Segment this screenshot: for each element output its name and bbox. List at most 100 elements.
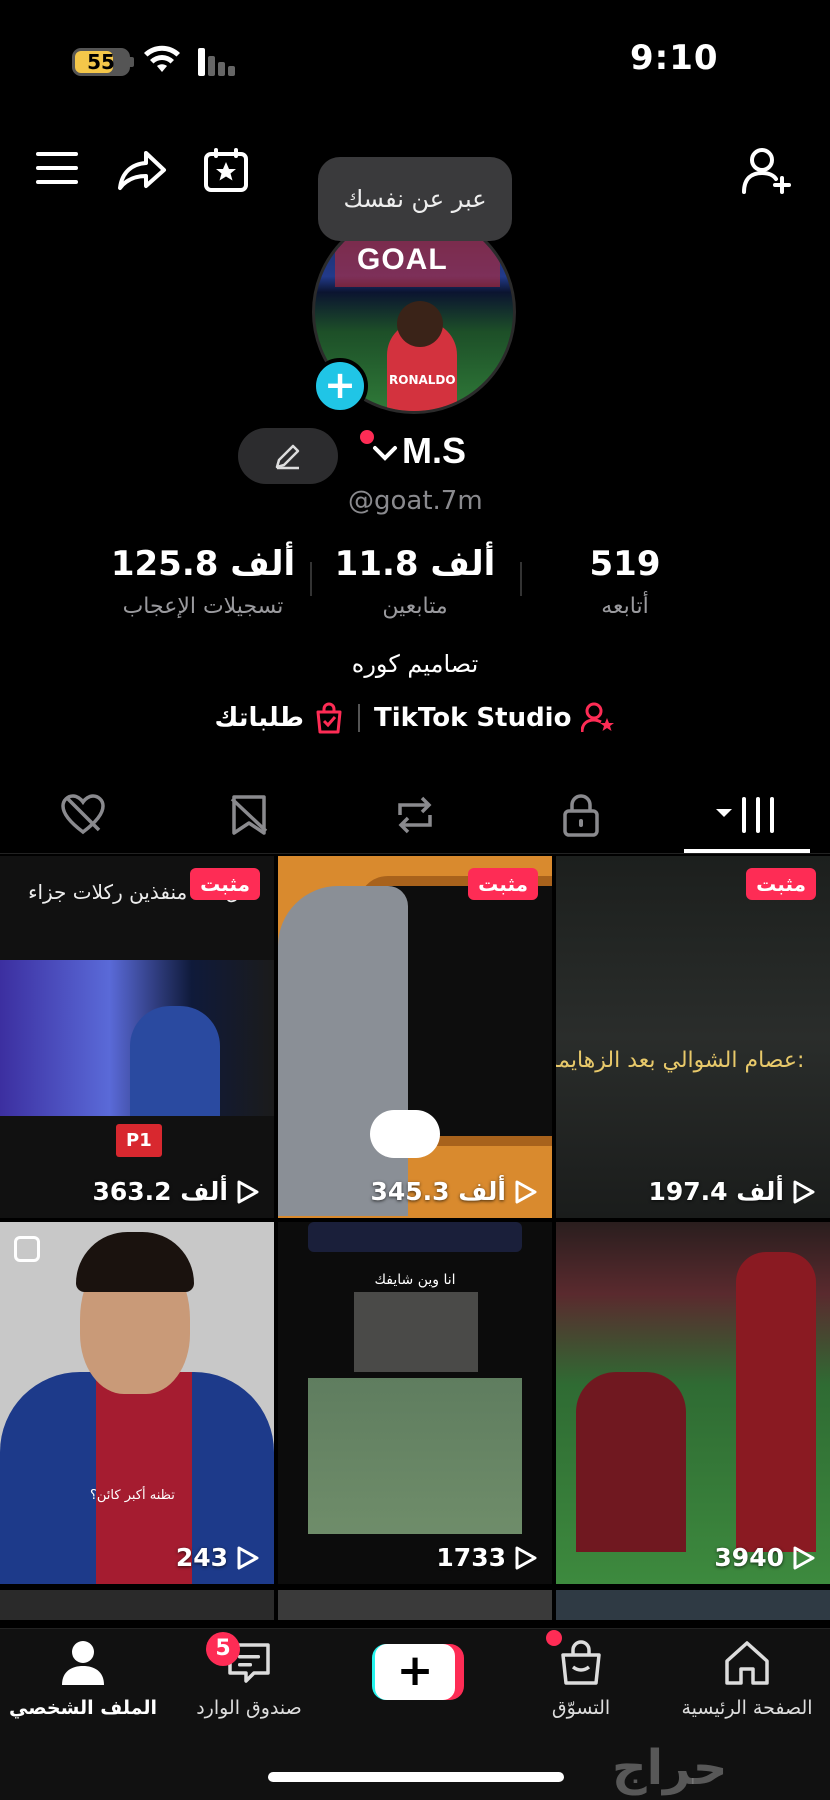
video-caption: عصام الشوالي بعد الزهايمر: bbox=[556, 1048, 805, 1073]
pinned-badge: مثبت bbox=[746, 868, 816, 900]
video-thumbnail-partial[interactable] bbox=[278, 1590, 552, 1620]
creator-icon bbox=[581, 702, 615, 733]
nav-home[interactable]: الصفحة الرئيسية bbox=[664, 1639, 830, 1719]
divider bbox=[357, 704, 360, 732]
calendar-star-icon[interactable] bbox=[202, 146, 250, 194]
view-count-text: 3940 bbox=[714, 1543, 784, 1572]
avatar-shirt-text: RONALDO bbox=[389, 373, 456, 387]
inbox-count-badge: 5 bbox=[206, 1632, 240, 1666]
menu-icon[interactable] bbox=[36, 150, 80, 186]
followers-label: متابعين bbox=[382, 594, 448, 619]
lock-icon bbox=[563, 793, 599, 837]
video-thumbnail[interactable]: انا وين شايفك 1733 bbox=[278, 1222, 552, 1584]
play-icon bbox=[515, 1546, 537, 1569]
notification-dot bbox=[360, 430, 374, 444]
profile-bio: تصاميم كوره bbox=[351, 650, 479, 678]
tab-liked[interactable] bbox=[0, 776, 166, 853]
play-icon bbox=[793, 1546, 815, 1569]
watermark: حراج bbox=[612, 1740, 728, 1796]
video-thumbnail[interactable]: ل 10 منفذين ركلات جزاء P1 مثبت 363.2 ألف bbox=[0, 856, 274, 1218]
nav-profile[interactable]: الملف الشخصي bbox=[0, 1639, 166, 1719]
following-count: 519 bbox=[589, 544, 661, 584]
video-caption: انا وين شايفك bbox=[374, 1272, 456, 1288]
stat-followers[interactable]: 11.8 ألف متابعين bbox=[310, 544, 520, 619]
video-thumbnail[interactable]: 3940 bbox=[556, 1222, 830, 1584]
video-thumbnail[interactable]: مثبت 345.3 ألف bbox=[278, 856, 552, 1218]
tab-reposts[interactable] bbox=[332, 776, 498, 853]
view-count-text: 345.3 ألف bbox=[370, 1177, 506, 1206]
video-caption: تظنه أكبر كائن؟ bbox=[90, 1488, 175, 1503]
nav-profile-label: الملف الشخصي bbox=[8, 1697, 157, 1719]
repost-icon bbox=[398, 796, 432, 833]
share-icon[interactable] bbox=[116, 148, 168, 194]
pencil-icon bbox=[275, 444, 300, 470]
add-story-button[interactable]: + bbox=[312, 358, 368, 414]
video-thumbnail-partial[interactable] bbox=[0, 1590, 274, 1620]
video-tag: P1 bbox=[116, 1124, 162, 1157]
home-indicator[interactable] bbox=[268, 1772, 564, 1782]
view-count: 1733 bbox=[278, 1543, 552, 1572]
home-icon bbox=[725, 1641, 769, 1685]
nav-shop[interactable]: التسوّق bbox=[498, 1639, 664, 1719]
view-count-text: 243 bbox=[175, 1543, 228, 1572]
bio-tooltip[interactable]: عبر عن نفسك bbox=[318, 157, 512, 241]
create-button[interactable]: + bbox=[372, 1644, 464, 1700]
profile-tabs bbox=[0, 776, 830, 854]
play-icon bbox=[237, 1546, 259, 1569]
orders-label: طلباتك bbox=[214, 703, 304, 733]
profile-icon bbox=[62, 1641, 104, 1685]
grid-icon bbox=[716, 796, 774, 833]
edit-profile-button[interactable] bbox=[238, 428, 338, 484]
video-thumbnail[interactable]: تظنه أكبر كائن؟ 243 bbox=[0, 1222, 274, 1584]
orders-link[interactable]: طلباتك bbox=[215, 702, 344, 734]
signal-icon bbox=[196, 48, 236, 80]
create-plus-icon: + bbox=[375, 1644, 455, 1700]
view-count: 3940 bbox=[556, 1543, 830, 1572]
play-icon bbox=[515, 1180, 537, 1203]
view-count: 363.2 ألف bbox=[0, 1177, 274, 1206]
video-thumbnail-partial[interactable] bbox=[556, 1590, 830, 1620]
shopping-bag-icon bbox=[316, 702, 342, 734]
nav-shop-label: التسوّق bbox=[551, 1697, 611, 1719]
view-count: 243 bbox=[0, 1543, 274, 1572]
stat-likes[interactable]: 125.8 ألف تسجيلات الإعجاب bbox=[98, 544, 308, 619]
video-thumbnail[interactable]: عصام الشوالي بعد الزهايمر: مثبت 197.4 أل… bbox=[556, 856, 830, 1218]
pinned-badge: مثبت bbox=[190, 868, 260, 900]
studio-label: TikTok Studio bbox=[373, 703, 572, 733]
username[interactable]: M.S bbox=[402, 430, 466, 472]
avatar-goal-text: GOAL bbox=[357, 243, 448, 276]
battery-tip bbox=[130, 57, 134, 67]
profile-links: طلباتك TikTok Studio bbox=[0, 702, 830, 734]
pinned-badge: مثبت bbox=[468, 868, 538, 900]
view-count: 197.4 ألف bbox=[556, 1177, 830, 1206]
tab-private[interactable] bbox=[498, 776, 664, 853]
nav-inbox-label: صندوق الوارد bbox=[196, 1697, 302, 1719]
add-friend-icon[interactable] bbox=[742, 146, 796, 196]
battery-indicator: 55 bbox=[72, 48, 130, 76]
view-count: 345.3 ألف bbox=[278, 1177, 552, 1206]
stat-following[interactable]: 519 أتابعه bbox=[520, 544, 730, 619]
wifi-icon bbox=[142, 44, 182, 80]
view-count-text: 1733 bbox=[436, 1543, 506, 1572]
heart-hidden-icon bbox=[61, 793, 105, 834]
status-time: 9:10 bbox=[630, 38, 719, 78]
tab-favorites[interactable] bbox=[166, 776, 332, 853]
likes-label: تسجيلات الإعجاب bbox=[122, 594, 284, 619]
play-icon bbox=[793, 1180, 815, 1203]
play-icon bbox=[237, 1180, 259, 1203]
view-count-text: 363.2 ألف bbox=[92, 1177, 228, 1206]
followers-count: 11.8 ألف bbox=[334, 544, 496, 584]
multi-photo-icon bbox=[14, 1236, 40, 1262]
shopping-bag-icon bbox=[561, 1640, 601, 1685]
shop-notification-dot bbox=[546, 1630, 562, 1646]
nav-inbox[interactable]: صندوق الوارد bbox=[166, 1639, 332, 1719]
bookmark-hidden-icon bbox=[230, 794, 268, 835]
tab-videos[interactable] bbox=[664, 776, 830, 853]
likes-count: 125.8 ألف bbox=[110, 544, 296, 584]
tiktok-studio-link[interactable]: TikTok Studio bbox=[374, 702, 615, 734]
view-count-text: 197.4 ألف bbox=[648, 1177, 784, 1206]
chevron-down-icon[interactable] bbox=[372, 444, 398, 466]
profile-handle: @goat.7m bbox=[348, 486, 483, 516]
nav-home-label: الصفحة الرئيسية bbox=[681, 1697, 813, 1719]
following-label: أتابعه bbox=[601, 594, 649, 619]
